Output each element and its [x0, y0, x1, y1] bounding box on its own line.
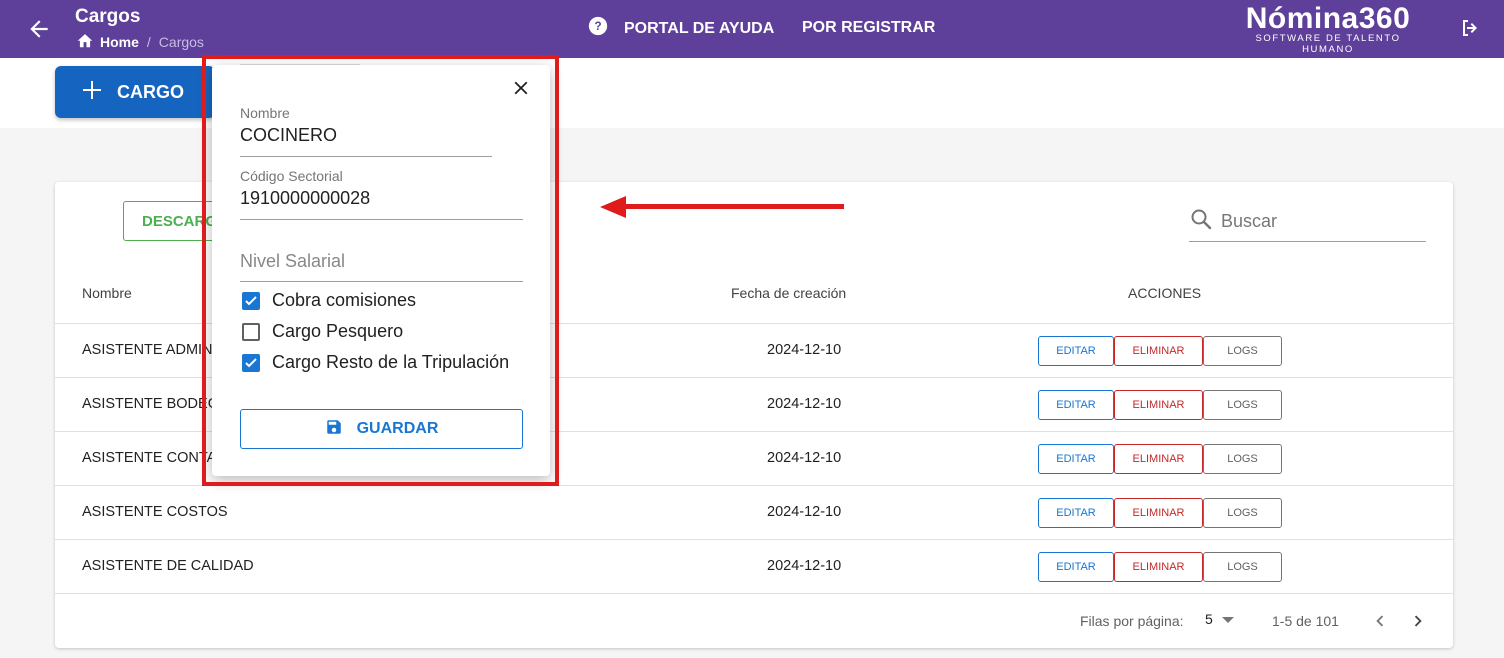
- pointer-arrow-icon: [596, 193, 846, 226]
- breadcrumb-current: Cargos: [158, 33, 204, 50]
- row-date: 2024-12-10: [767, 342, 842, 358]
- logs-button[interactable]: LOGS: [1203, 336, 1282, 366]
- add-cargo-button[interactable]: CARGO: [55, 66, 215, 118]
- table-row: ASISTENTE DE CALIDAD 2024-12-10 EDITAR E…: [55, 539, 1453, 593]
- row-date: 2024-12-10: [767, 396, 842, 412]
- brand-logo: Nómina360 SOFTWARE DE TALENTO HUMANO: [1228, 2, 1428, 55]
- back-arrow-icon[interactable]: [26, 16, 52, 42]
- row-date: 2024-12-10: [767, 504, 842, 520]
- previous-page-icon[interactable]: [1369, 610, 1391, 632]
- row-name: ASISTENTE COSTOS: [82, 504, 228, 520]
- plus-icon: [83, 80, 101, 104]
- row-actions: EDITAR ELIMINAR LOGS: [1038, 336, 1282, 366]
- highlight-frame: [202, 55, 559, 486]
- page-title: Cargos: [75, 6, 141, 27]
- row-actions: EDITAR ELIMINAR LOGS: [1038, 498, 1282, 528]
- delete-button[interactable]: ELIMINAR: [1114, 336, 1203, 366]
- row-date: 2024-12-10: [767, 450, 842, 466]
- delete-button[interactable]: ELIMINAR: [1114, 498, 1203, 528]
- delete-button[interactable]: ELIMINAR: [1114, 390, 1203, 420]
- search-input[interactable]: [1221, 211, 1411, 232]
- rows-per-page-select[interactable]: 5: [1205, 611, 1235, 627]
- logs-button[interactable]: LOGS: [1203, 552, 1282, 582]
- logs-button[interactable]: LOGS: [1203, 498, 1282, 528]
- row-actions: EDITAR ELIMINAR LOGS: [1038, 552, 1282, 582]
- delete-button[interactable]: ELIMINAR: [1114, 552, 1203, 582]
- row-actions: EDITAR ELIMINAR LOGS: [1038, 444, 1282, 474]
- edit-button[interactable]: EDITAR: [1038, 390, 1114, 420]
- edit-button[interactable]: EDITAR: [1038, 552, 1114, 582]
- rows-per-page-value: 5: [1205, 611, 1213, 627]
- edit-button[interactable]: EDITAR: [1038, 498, 1114, 528]
- breadcrumb-separator: /: [146, 33, 151, 50]
- dropdown-arrow-icon: [1221, 611, 1235, 627]
- breadcrumb-home[interactable]: Home: [100, 34, 139, 50]
- breadcrumb: Home / Cargos: [76, 32, 204, 51]
- next-page-icon[interactable]: [1407, 610, 1429, 632]
- logs-button[interactable]: LOGS: [1203, 390, 1282, 420]
- brand-name: Nómina360: [1245, 2, 1411, 35]
- table-row: ASISTENTE COSTOS 2024-12-10 EDITAR ELIMI…: [55, 485, 1453, 539]
- add-cargo-label: CARGO: [117, 81, 184, 102]
- home-icon[interactable]: [76, 32, 94, 51]
- table-footer-divider: [55, 593, 1453, 594]
- row-actions: EDITAR ELIMINAR LOGS: [1038, 390, 1282, 420]
- help-icon: ?: [588, 16, 608, 41]
- edit-button[interactable]: EDITAR: [1038, 444, 1114, 474]
- logout-icon[interactable]: [1458, 16, 1482, 40]
- por-registrar-link[interactable]: POR REGISTRAR: [802, 19, 935, 37]
- help-portal-link[interactable]: ? PORTAL DE AYUDA: [588, 16, 774, 41]
- search-icon: [1189, 207, 1213, 236]
- help-portal-label: PORTAL DE AYUDA: [624, 19, 775, 37]
- column-header-date[interactable]: Fecha de creación: [731, 285, 846, 301]
- brand-tagline: SOFTWARE DE TALENTO HUMANO: [1255, 33, 1401, 55]
- column-header-actions: ACCIONES: [1128, 285, 1202, 301]
- row-date: 2024-12-10: [767, 558, 842, 574]
- row-name: ASISTENTE DE CALIDAD: [82, 558, 254, 574]
- delete-button[interactable]: ELIMINAR: [1114, 444, 1203, 474]
- top-app-bar: Cargos Home / Cargos ? PORTAL DE AYUDA P…: [0, 0, 1504, 58]
- svg-text:?: ?: [594, 20, 601, 33]
- edit-button[interactable]: EDITAR: [1038, 336, 1114, 366]
- search-field[interactable]: [1189, 202, 1426, 242]
- rows-per-page-label: Filas por página:: [1080, 613, 1184, 629]
- column-header-name[interactable]: Nombre: [82, 285, 132, 301]
- logs-button[interactable]: LOGS: [1203, 444, 1282, 474]
- pagination-range: 1-5 de 101: [1272, 613, 1339, 629]
